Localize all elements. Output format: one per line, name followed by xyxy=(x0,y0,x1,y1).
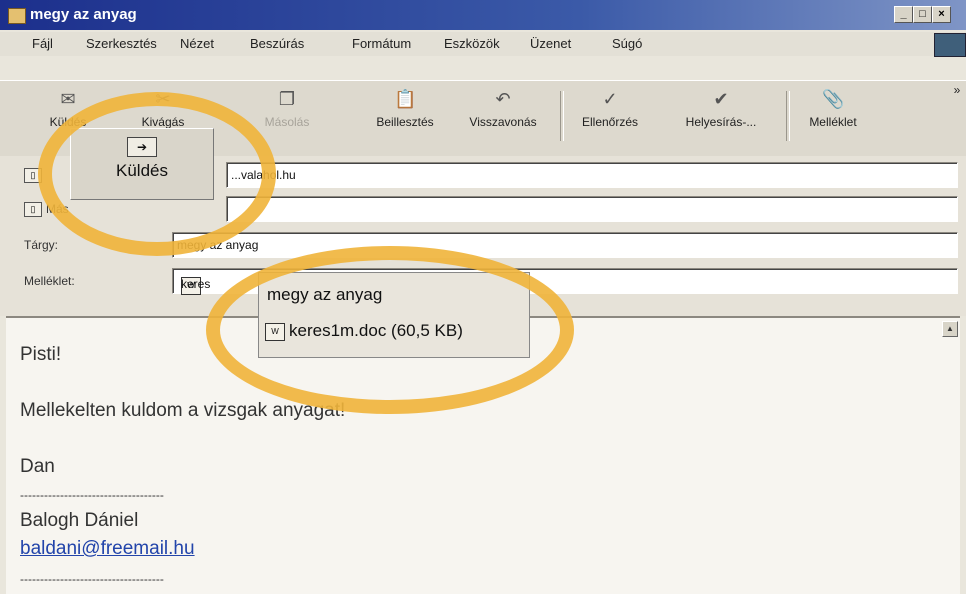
body-signoff: Dan xyxy=(20,456,55,477)
signature-separator: ------------------------------------ xyxy=(20,572,164,586)
app-icon xyxy=(8,8,26,24)
menu-view[interactable]: Nézet xyxy=(180,36,214,51)
title-bar: megy az anyag _ □ × xyxy=(0,0,966,30)
cc-field[interactable] xyxy=(226,196,958,222)
body-line: Mellekelten kuldom a vizsgak anyagat! xyxy=(20,400,346,421)
menu-tools[interactable]: Eszközök xyxy=(444,36,500,51)
send-icon: ✉ xyxy=(60,89,76,109)
address-book-icon[interactable]: ▯ xyxy=(24,202,42,217)
undo-button[interactable]: ↶ Visszavonás xyxy=(458,89,548,129)
menu-file[interactable]: Fájl xyxy=(32,36,53,51)
menu-help[interactable]: Súgó xyxy=(612,36,642,51)
highlight-ring xyxy=(206,246,574,414)
paste-icon: 📋 xyxy=(394,89,417,109)
attach-button[interactable]: 📎 Melléklet xyxy=(798,89,868,129)
toolbar-separator xyxy=(786,91,790,141)
menu-insert[interactable]: Beszúrás xyxy=(250,36,304,51)
windows-logo-icon xyxy=(934,33,966,57)
copy-button[interactable]: ❐ Másolás xyxy=(252,89,322,129)
maximize-button[interactable]: □ xyxy=(913,6,932,23)
menu-message[interactable]: Üzenet xyxy=(530,36,571,51)
menu-edit[interactable]: Szerkesztés xyxy=(86,36,157,51)
spelling-icon: ✔ xyxy=(713,89,729,109)
signature-separator: ------------------------------------ xyxy=(20,488,164,502)
minimize-button[interactable]: _ xyxy=(894,6,913,23)
signature-name: Balogh Dániel xyxy=(20,510,139,531)
paperclip-icon: 📎 xyxy=(822,89,845,109)
menu-bar: Fájl Szerkesztés Nézet Beszúrás Formátum… xyxy=(0,32,966,56)
check-names-icon: ✓ xyxy=(602,89,618,109)
copy-icon: ❐ xyxy=(278,89,296,109)
highlight-ring xyxy=(38,92,276,256)
check-names-button[interactable]: ✓ Ellenőrzés xyxy=(572,89,648,129)
menu-format[interactable]: Formátum xyxy=(352,36,411,51)
signature-email-link[interactable]: baldani@freemail.hu xyxy=(20,538,195,560)
close-button[interactable]: × xyxy=(932,6,951,23)
scroll-up-button[interactable]: ▲ xyxy=(942,321,958,337)
spelling-button[interactable]: ✔ Helyesírás-... xyxy=(676,89,766,129)
toolbar-overflow-button[interactable]: » xyxy=(950,83,964,97)
subject-field[interactable]: megy az anyag xyxy=(172,232,958,258)
toolbar-separator xyxy=(560,91,564,141)
attachment-label: Melléklet: xyxy=(24,274,75,288)
undo-icon: ↶ xyxy=(495,89,511,109)
paste-button[interactable]: 📋 Beillesztés xyxy=(362,89,448,129)
body-greeting: Pisti! xyxy=(20,344,62,365)
to-field[interactable]: ...valahol.hu xyxy=(226,162,958,188)
attachment-name[interactable]: keres xyxy=(181,277,210,291)
window-title: megy az anyag xyxy=(30,6,137,23)
subject-label: Tárgy: xyxy=(24,238,59,252)
